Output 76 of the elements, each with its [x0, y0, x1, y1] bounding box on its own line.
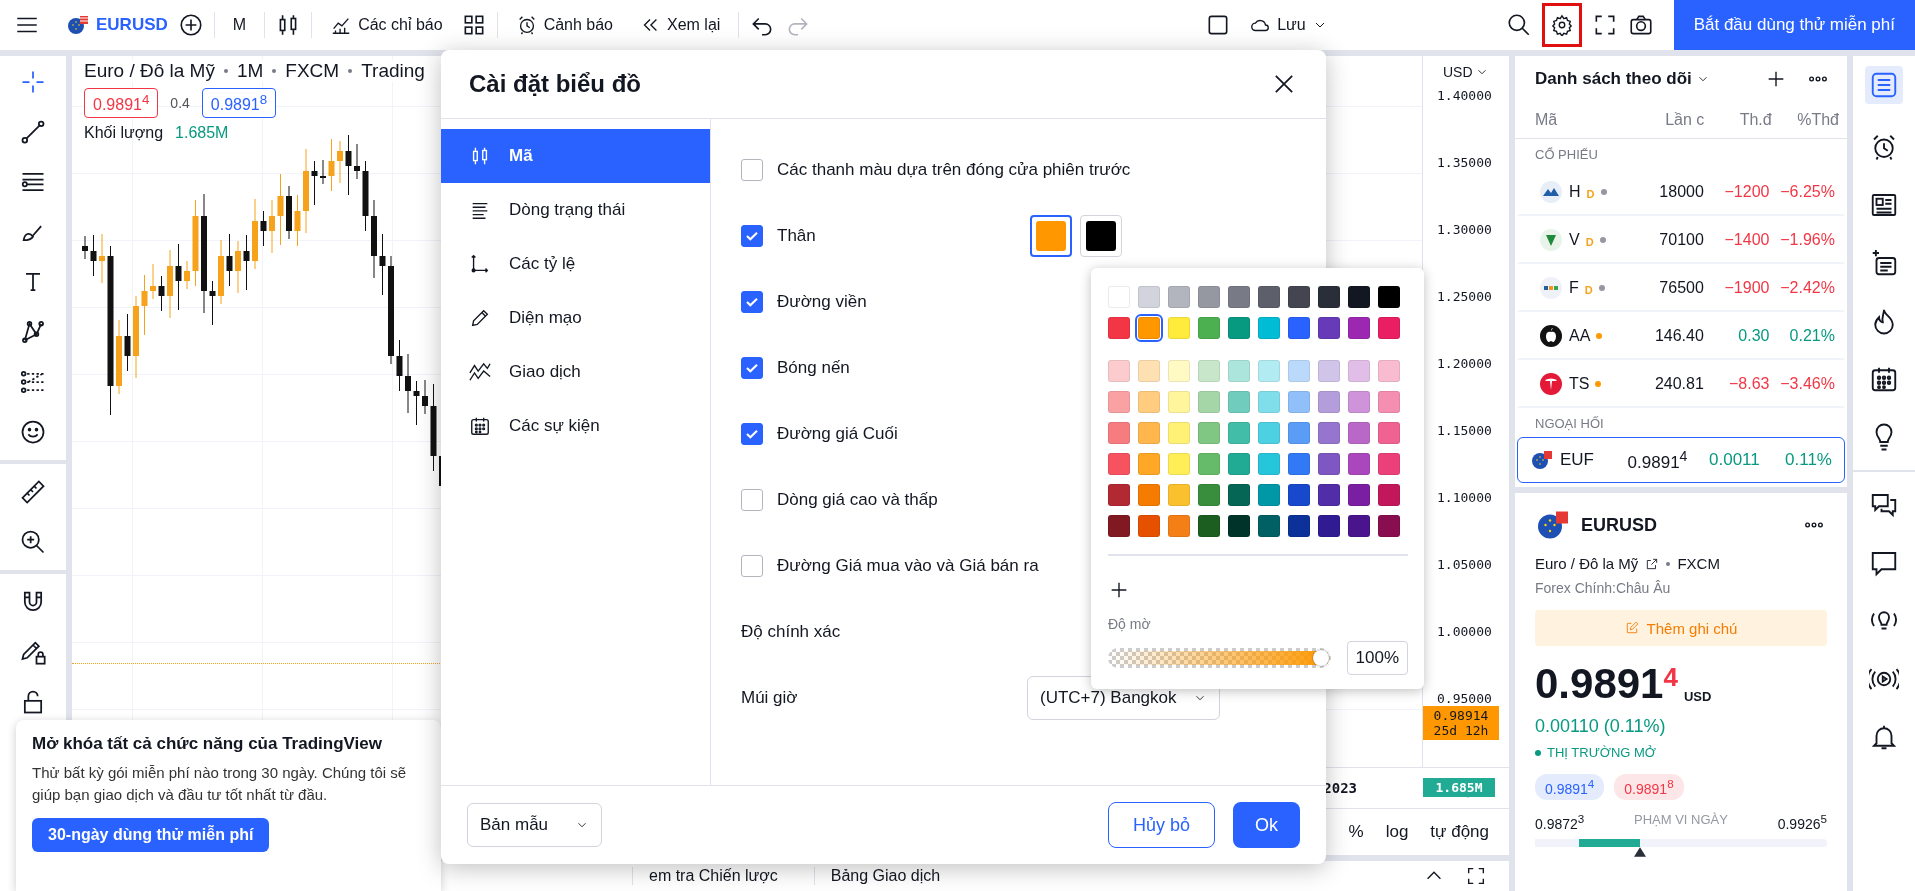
promo-title: Mở khóa tất cả chức năng của TradingView	[32, 734, 383, 754]
symbol-cell: EUF	[1560, 450, 1594, 470]
chart-title-part: Euro / Đô la Mỹ	[84, 60, 215, 82]
last-price-cell-text: 146.40	[1653, 327, 1704, 345]
option-label: Bóng nến	[777, 358, 850, 378]
option-label: Độ chính xác	[741, 622, 842, 642]
change-cell-text: 0.0011	[1708, 450, 1760, 470]
last-price-cell-text: 0.9891$^{4}$	[1626, 447, 1688, 473]
price-tick-label: 0.95000	[1437, 691, 1492, 706]
price-change: 0.00110 (0.11%)	[1535, 716, 1667, 737]
last-price-digit: 4	[1663, 662, 1678, 693]
bid-price: 0.9891$^{4}$	[1535, 774, 1605, 800]
option-label: Đường Giá mua vào và Giá bán ra	[777, 556, 1039, 576]
change-cell-text: −1400	[1723, 231, 1770, 249]
symbol-cell: V	[1569, 231, 1580, 249]
volume-price-label: 1.685M	[1423, 778, 1495, 797]
range-low: 0.9872$^{3}$	[1535, 811, 1585, 832]
market-status: THỊ TRƯỜNG MỞ	[1547, 745, 1656, 760]
delay-label: D	[1585, 236, 1594, 248]
change-percent-cell-text: −1.96%	[1779, 231, 1835, 249]
last-price-cell-text: 240.81	[1653, 375, 1704, 393]
range-high: 0.9926$^{5}$	[1777, 811, 1827, 832]
option-label: Thân	[777, 226, 816, 246]
price-tick-label: 1.20000	[1437, 356, 1492, 371]
volume-value: 1.685M	[175, 124, 229, 143]
countdown-label: 25d 12h	[1433, 723, 1489, 738]
price-tick-label: 1.35000	[1437, 155, 1492, 170]
change-cell-text: −1900	[1723, 279, 1770, 297]
symbol-cell: TS	[1569, 375, 1590, 393]
price-tick-label: 1.00000	[1437, 624, 1492, 639]
dialog-title: Cài đặt biểu đồ	[469, 70, 641, 98]
price-tick-label: 1.10000	[1437, 490, 1492, 505]
price-tick-label: 1.30000	[1437, 222, 1492, 237]
spread-value: 0.4	[170, 95, 190, 112]
last-price-cell-text: 76500	[1658, 279, 1704, 297]
symbol-description: Euro / Đô la Mỹ	[1535, 555, 1639, 572]
chart-title-part: Trading	[361, 60, 425, 82]
price-tick-label: 1.15000	[1437, 423, 1492, 438]
symbol-cell: F	[1569, 279, 1579, 297]
delay-label: D	[1586, 188, 1595, 200]
option-label: Dòng giá cao và thấp	[777, 490, 938, 510]
change-percent-cell-text: −6.25%	[1779, 183, 1835, 201]
ask-price: 0.9891$^{8}$	[1614, 774, 1684, 800]
option-label: Đường giá Cuối	[777, 424, 898, 444]
price-tick-label: 1.40000	[1437, 88, 1492, 103]
promo-text: Thử bất kỳ gói miễn phí nào trong 30 ngày. Chúng tôi sẽ giúp bạn giao dịch và đầu tư tốt nhất từ đầu.	[32, 763, 408, 805]
last-price-cell-text: 18000	[1658, 183, 1704, 201]
option-label: Các thanh màu dựa trên đóng cửa phiên trước	[777, 160, 1131, 180]
change-percent-cell-text: 0.11%	[1784, 450, 1832, 470]
exchange-name: FXCM	[1677, 555, 1720, 572]
symbol-category: Forex Chính:Châu Âu	[1535, 580, 1672, 596]
last-price: 0.9891	[1535, 660, 1664, 708]
chart-title-part: FXCM	[285, 60, 340, 82]
price-tick-label: 1.05000	[1437, 557, 1492, 572]
last-price-cell-text: 70100	[1658, 231, 1704, 249]
symbol-name: EURUSD	[1581, 514, 1657, 536]
delay-label: D	[1584, 284, 1593, 296]
change-cell-text: −8.63	[1727, 375, 1770, 393]
option-label: Đường viền	[777, 292, 867, 312]
opacity-label: Độ mờ	[1108, 616, 1152, 632]
change-percent-cell-text: 0.21%	[1788, 327, 1835, 345]
range-label: PHẠM VI NGÀY	[1634, 811, 1728, 829]
change-percent-cell-text: −3.46%	[1779, 375, 1835, 393]
chart-title-part: 1M	[236, 60, 264, 82]
change-percent-cell-text: −2.42%	[1779, 279, 1835, 297]
change-cell-text: −1200	[1723, 183, 1770, 201]
price-tick-label: 1.25000	[1437, 289, 1492, 304]
last-price-label: 0.98914	[1433, 708, 1489, 723]
section-label: NGOẠI HỐI	[1534, 415, 1605, 433]
section-label: CỔ PHIẾU	[1534, 146, 1599, 164]
symbol-cell: H	[1569, 183, 1581, 201]
option-label: Múi giờ	[741, 688, 799, 708]
currency-label: USD	[1683, 689, 1712, 704]
change-cell-text: 0.30	[1737, 327, 1770, 345]
symbol-cell: AA	[1569, 327, 1591, 345]
volume-label: Khối lượng	[84, 124, 164, 143]
